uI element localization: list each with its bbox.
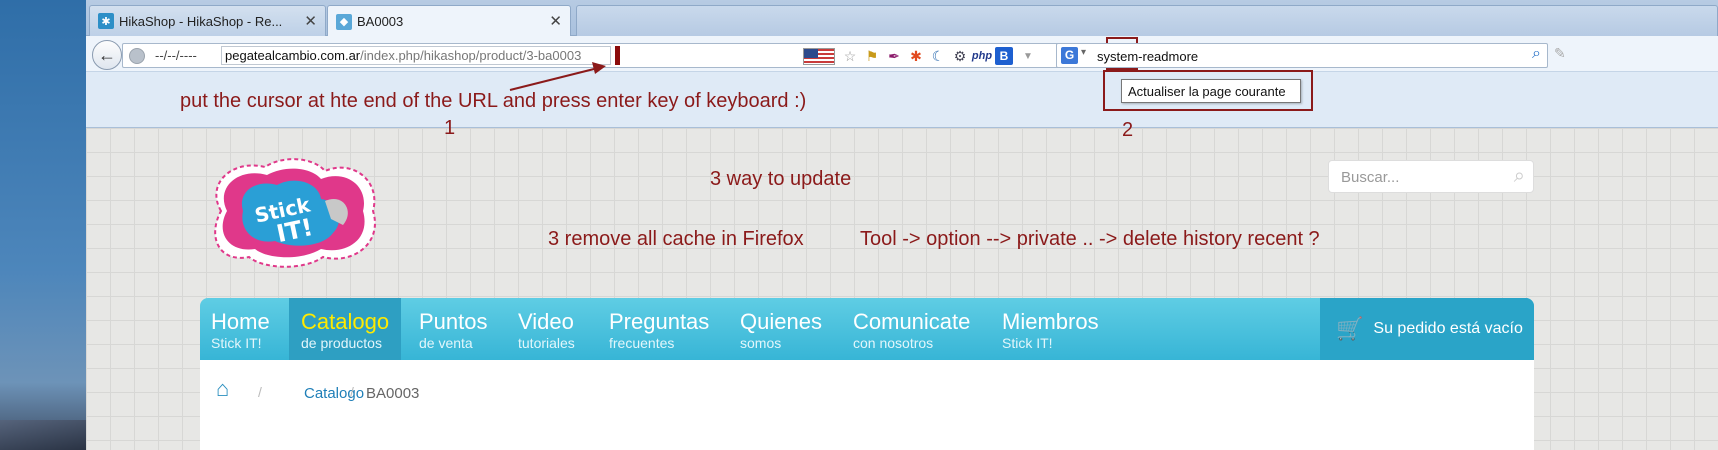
menu-subtitle: Stick IT! (1002, 335, 1053, 351)
menu-item-catalogo[interactable]: Catalogo de productos (289, 298, 401, 370)
url-bar[interactable]: --/--/---- pegatealcambio.com.ar/index.p… (122, 43, 1152, 68)
main-menu: Home Stick IT! Catalogo de productos Pun… (200, 298, 1534, 370)
tab-hikashop[interactable]: ✱ HikaShop - HikaShop - Re... ✕ (89, 5, 326, 36)
stick-it-logo: Stick IT! (214, 158, 376, 268)
dropdown-icon[interactable]: ▼ (1019, 47, 1037, 65)
browser-window: ✱ HikaShop - HikaShop - Re... ✕ ◆ BA0003… (86, 0, 1718, 450)
menu-subtitle: somos (740, 335, 782, 351)
search-placeholder: Buscar... (1341, 169, 1400, 186)
wave-extension-icon[interactable]: ☾ (929, 47, 947, 65)
breadcrumb-separator: / (258, 384, 262, 400)
us-flag-icon[interactable] (803, 48, 835, 65)
desktop-hill (0, 420, 86, 450)
breadcrumb-link-catalogo[interactable]: Catalogo (304, 385, 364, 402)
menu-subtitle: de productos (301, 335, 382, 351)
wrench-icon[interactable]: ⚙ (951, 47, 969, 65)
back-arrow-icon: ← (98, 44, 116, 65)
annotation-number-1: 1 (444, 117, 456, 139)
navigation-bar: ← --/--/---- pegatealcambio.com.ar/index… (86, 36, 1718, 72)
annotation-three-ways: 3 way to update (710, 168, 852, 190)
tab-close-icon[interactable]: ✕ (304, 12, 317, 30)
cart-icon: 🛒 (1336, 316, 1364, 341)
tab-strip-empty (576, 5, 1718, 36)
search-icon[interactable]: ⌕ (1532, 45, 1541, 63)
annotation-number-2: 2 (1122, 119, 1134, 141)
cursor-marker (615, 46, 620, 65)
search-icon[interactable]: ⌕ (1514, 165, 1525, 188)
menu-title: Home (211, 309, 270, 334)
annotation-step3-a: 3 remove all cache in Firefox (548, 228, 804, 250)
menu-title: Preguntas (609, 309, 710, 334)
reload-tooltip: Actualiser la page courante (1121, 79, 1301, 103)
webpage: Stick IT! Buscar... ⌕ Home Stick IT! Cat… (86, 128, 1718, 450)
pen-icon[interactable]: ✎ (1554, 45, 1566, 62)
breadcrumb-separator: / (350, 384, 354, 400)
menu-subtitle: tutoriales (518, 335, 575, 351)
search-bar[interactable]: G ▾ system-readmore ⌕ (1056, 43, 1548, 68)
menu-item-preguntas[interactable]: Preguntas frecuentes (609, 298, 709, 360)
menu-title: Video (518, 309, 574, 334)
menu-item-puntos[interactable]: Puntos de venta (419, 298, 488, 360)
breadcrumb-current: BA0003 (366, 385, 420, 402)
tab-bar: ✱ HikaShop - HikaShop - Re... ✕ ◆ BA0003… (86, 0, 1718, 37)
menu-item-quienes[interactable]: Quienes somos (740, 298, 822, 360)
feather-extension-icon[interactable]: ✒ (885, 47, 903, 65)
menu-subtitle: con nosotros (853, 335, 934, 351)
url-path: /index.php/hikashop/product/3-ba0003 (360, 48, 582, 63)
annotation-step3-b: Tool -> option --> private .. -> delete … (860, 228, 1320, 250)
star-icon[interactable]: ☆ (841, 47, 859, 65)
url-input[interactable]: pegatealcambio.com.ar/index.php/hikashop… (221, 46, 611, 65)
google-icon[interactable]: G (1061, 47, 1078, 64)
menu-item-comunicate[interactable]: Comunicate con nosotros (853, 298, 970, 360)
search-input[interactable]: system-readmore (1097, 49, 1198, 64)
page-search-input[interactable]: Buscar... ⌕ (1328, 160, 1534, 193)
menu-item-video[interactable]: Video tutoriales (518, 298, 575, 360)
cart-label: Su pedido está vacío (1373, 320, 1523, 337)
annotation-step1: put the cursor at hte end of the URL and… (180, 90, 807, 112)
globe-icon (129, 48, 145, 64)
menu-item-miembros[interactable]: Miembros Stick IT! (1002, 298, 1099, 360)
site-favicon-icon: ◆ (336, 13, 352, 30)
menu-title: Puntos (419, 309, 488, 334)
tab-title: HikaShop - HikaShop - Re... (119, 13, 283, 29)
breadcrumb: ⌂ / Catalogo / BA0003 (200, 360, 1534, 450)
desktop-background (0, 0, 86, 450)
menu-subtitle: de venta (419, 335, 473, 351)
engine-dropdown-icon[interactable]: ▾ (1081, 47, 1086, 58)
menu-item-home[interactable]: Home Stick IT! (211, 298, 270, 360)
menu-subtitle: frecuentes (609, 335, 675, 351)
date-display: --/--/---- (155, 48, 197, 63)
tab-title: BA0003 (357, 14, 404, 29)
b-extension-icon[interactable]: B (995, 47, 1013, 65)
joomla-extension-icon[interactable]: ✱ (907, 47, 925, 65)
tab-ba0003[interactable]: ◆ BA0003 ✕ (327, 5, 571, 37)
tab-close-icon[interactable]: ✕ (549, 12, 562, 30)
menu-title: Miembros (1002, 309, 1099, 334)
menu-title: Comunicate (853, 309, 971, 334)
url-host: pegatealcambio.com.ar (225, 48, 361, 63)
menu-title: Catalogo (301, 309, 390, 334)
menu-subtitle: Stick IT! (211, 335, 262, 351)
hikashop-favicon-icon: ✱ (98, 13, 114, 29)
php-extension-icon[interactable]: php (972, 47, 992, 65)
home-icon[interactable]: ⌂ (216, 376, 229, 402)
back-button[interactable]: ← (92, 40, 122, 70)
menu-title: Quienes (740, 309, 822, 334)
flags-extension-icon[interactable]: ⚑ (863, 47, 881, 65)
cart-button[interactable]: 🛒 Su pedido está vacío (1320, 298, 1534, 360)
